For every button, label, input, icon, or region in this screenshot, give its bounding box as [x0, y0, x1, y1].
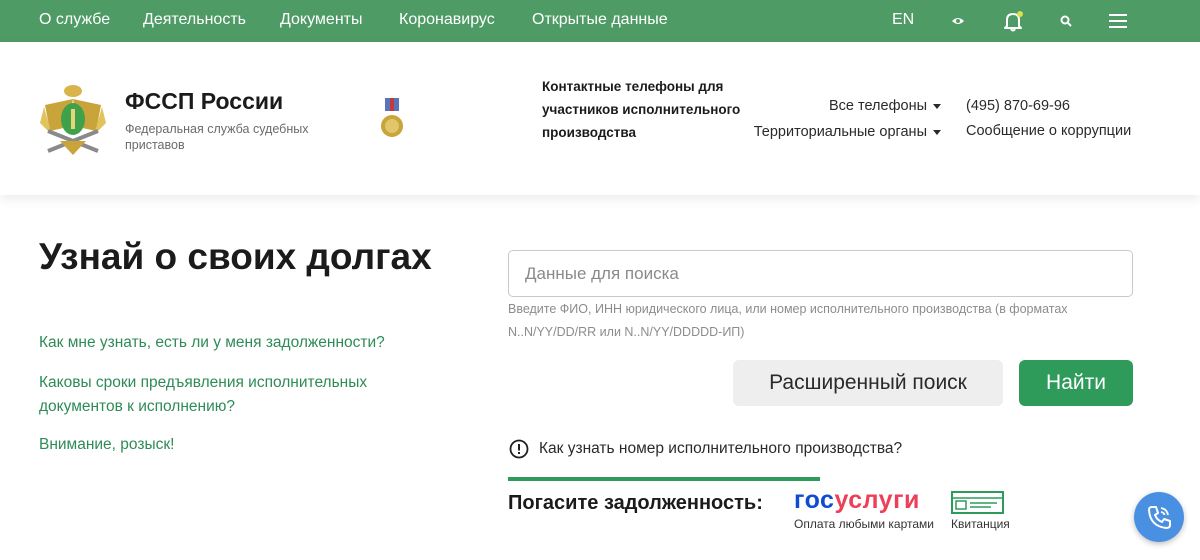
- bell-icon[interactable]: [1000, 0, 1026, 42]
- case-number-help-text: Как узнать номер исполнительного произво…: [539, 440, 903, 457]
- info-icon: [509, 439, 529, 459]
- nav-item-documents[interactable]: Документы: [280, 0, 362, 42]
- notification-dot: [1017, 11, 1023, 17]
- phone-icon: [1148, 506, 1171, 529]
- search-icon[interactable]: [1056, 0, 1076, 42]
- nav-item-about[interactable]: О службе: [39, 0, 110, 42]
- search-hint: Введите ФИО, ИНН юридического лица, или …: [508, 302, 1068, 339]
- site-header: ФССП России Федеральная служба судебных …: [0, 42, 1200, 195]
- all-phones-dropdown-label: Все телефоны: [828, 98, 927, 114]
- top-navigation-bar: О службе Деятельность Документы Коронави…: [0, 0, 1200, 42]
- brand-subtitle: Федеральная служба судебных приставов: [125, 122, 309, 152]
- territorial-bodies-dropdown-label: Территориальные органы: [753, 124, 927, 140]
- nav-item-open-data[interactable]: Открытые данные: [532, 0, 668, 42]
- case-number-help-link[interactable]: Как узнать номер исполнительного произво…: [509, 437, 902, 461]
- corruption-report-link[interactable]: Сообщение о коррупции: [966, 123, 1131, 139]
- hotline-phone[interactable]: (495) 870-69-96: [966, 98, 1070, 114]
- chevron-down-icon: [933, 103, 941, 109]
- gosuslugi-logo-red: услуги: [834, 486, 920, 514]
- fssp-emblem-icon[interactable]: [40, 83, 106, 157]
- find-button[interactable]: Найти: [1019, 360, 1133, 406]
- receipt-caption[interactable]: Квитанция: [951, 517, 1010, 531]
- section-divider: [508, 477, 820, 481]
- eye-icon[interactable]: [947, 0, 969, 42]
- pay-debt-title: Погасите задолженность:: [508, 492, 763, 514]
- receipt-icon[interactable]: [951, 491, 1004, 514]
- chevron-down-icon: [933, 129, 941, 135]
- wanted-link[interactable]: Внимание, розыск!: [39, 433, 339, 457]
- gosuslugi-caption[interactable]: Оплата любыми картами: [794, 517, 934, 531]
- territorial-bodies-dropdown[interactable]: Территориальные органы: [754, 124, 941, 140]
- page-title: Узнай о своих долгах: [39, 236, 432, 277]
- advanced-search-button[interactable]: Расширенный поиск: [733, 360, 1003, 406]
- language-switch[interactable]: EN: [892, 0, 914, 42]
- gosuslugi-logo[interactable]: госуслуги: [794, 486, 920, 515]
- menu-icon[interactable]: [1106, 0, 1130, 42]
- medal-icon: [381, 98, 403, 137]
- search-input[interactable]: [508, 250, 1133, 297]
- nav-item-coronavirus[interactable]: Коронавирус: [399, 0, 495, 42]
- all-phones-dropdown[interactable]: Все телефоны: [829, 98, 941, 114]
- callback-button[interactable]: [1134, 492, 1184, 542]
- brand-title[interactable]: ФССП России: [125, 88, 283, 115]
- gosuslugi-logo-blue: гос: [794, 486, 835, 514]
- debt-check-link[interactable]: Как мне узнать, есть ли у меня задолженн…: [39, 331, 459, 355]
- deadlines-link[interactable]: Каковы сроки предъявления исполнительных…: [39, 371, 379, 419]
- nav-item-activity[interactable]: Деятельность: [143, 0, 246, 42]
- contact-phones-title: Контактные телефоны для участников испол…: [542, 79, 741, 140]
